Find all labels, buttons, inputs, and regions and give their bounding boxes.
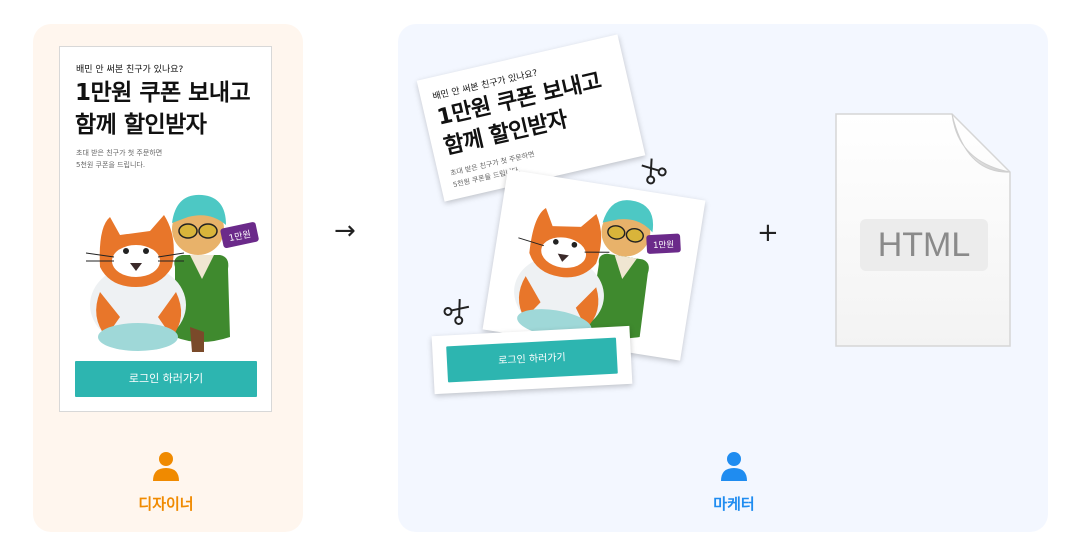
designer-user-icon	[153, 452, 179, 481]
designer-role-label: 디자이너	[138, 495, 194, 513]
marketer-user-icon	[721, 452, 747, 481]
scissors-icon	[641, 158, 667, 185]
cut-piece-button: 로그인 하러가기	[431, 325, 633, 395]
scissors-icon	[443, 299, 470, 325]
banner-subtext-line1: 초대 받은 친구가 첫 주문하면	[76, 149, 163, 157]
piece-coupon-ticket-text: 1만원	[653, 239, 674, 250]
marketer-role-label: 마케터	[713, 495, 755, 513]
banner-eyebrow: 배민 안 써본 친구가 있나요?	[76, 65, 184, 75]
banner-headline-line1: 1만원 쿠폰 보내고	[75, 80, 251, 106]
plus-icon: +	[757, 218, 779, 248]
arrow-right-icon: →	[334, 216, 356, 246]
characters-illustration: 1만원	[85, 194, 259, 352]
banner-subtext-line2: 5천원 쿠폰을 드립니다.	[76, 161, 146, 169]
piece-login-cta-button[interactable]: 로그인 하러가기	[446, 337, 618, 383]
login-cta-button[interactable]: 로그인 하러가기	[75, 361, 257, 397]
designer-banner-mockup: 배민 안 써본 친구가 있나요? 1만원 쿠폰 보내고 함께 할인받자 초대 받…	[59, 46, 272, 412]
html-file-badge: HTML	[860, 219, 988, 271]
banner-headline-line2: 함께 할인받자	[75, 112, 207, 138]
